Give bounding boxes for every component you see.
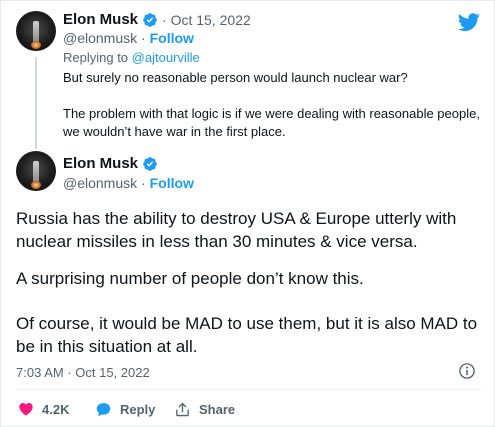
reply-button[interactable]: Reply xyxy=(95,400,155,418)
share-icon xyxy=(176,402,189,416)
main-author-name[interactable]: Elon Musk xyxy=(63,155,138,172)
embedded-tweet-card: Elon Musk · Oct 15, 2022 @elonmusk · Fol… xyxy=(0,0,495,427)
follow-link[interactable]: Follow xyxy=(150,175,194,191)
heart-icon xyxy=(19,403,33,416)
quoted-tweet-paragraph: But surely no reasonable person would la… xyxy=(63,70,408,85)
replying-to-mention[interactable]: @ajtourville xyxy=(132,50,200,65)
verified-badge-icon xyxy=(143,13,157,27)
reply-label: Reply xyxy=(120,401,156,417)
like-button[interactable]: 4.2K xyxy=(18,400,69,418)
replying-to-line: Replying to @ajtourville xyxy=(63,50,200,65)
quoted-date[interactable]: · Oct 15, 2022 xyxy=(162,12,251,28)
verified-badge-icon xyxy=(143,157,157,171)
main-tweet-paragraph: Of course, it would be MAD to use them, … xyxy=(16,314,478,356)
actions-divider xyxy=(16,389,481,390)
quoted-author-name[interactable]: Elon Musk xyxy=(63,11,138,28)
twitter-bird-icon[interactable] xyxy=(457,11,481,33)
share-label: Share xyxy=(199,401,236,417)
main-tweet-paragraph: Russia has the ability to destroy USA & … xyxy=(16,209,457,251)
share-button[interactable]: Share xyxy=(174,400,235,418)
quoted-tweet-paragraph: The problem with that logic is if we wer… xyxy=(63,106,480,139)
speech-bubble-icon xyxy=(96,402,111,416)
tweet-timestamp[interactable]: 7:03 AM · Oct 15, 2022 xyxy=(16,365,150,380)
follow-link[interactable]: Follow xyxy=(150,30,194,46)
main-author-avatar[interactable] xyxy=(16,151,56,191)
main-tweet-paragraph: A surprising number of people don’t know… xyxy=(16,269,364,288)
quoted-author-handle[interactable]: @elonmusk · Follow xyxy=(63,30,194,46)
quoted-author-avatar[interactable] xyxy=(16,11,56,51)
like-count: 4.2K xyxy=(42,401,70,417)
thread-connector-line xyxy=(35,57,37,149)
info-icon[interactable] xyxy=(458,362,476,380)
main-author-handle[interactable]: @elonmusk · Follow xyxy=(63,175,194,191)
